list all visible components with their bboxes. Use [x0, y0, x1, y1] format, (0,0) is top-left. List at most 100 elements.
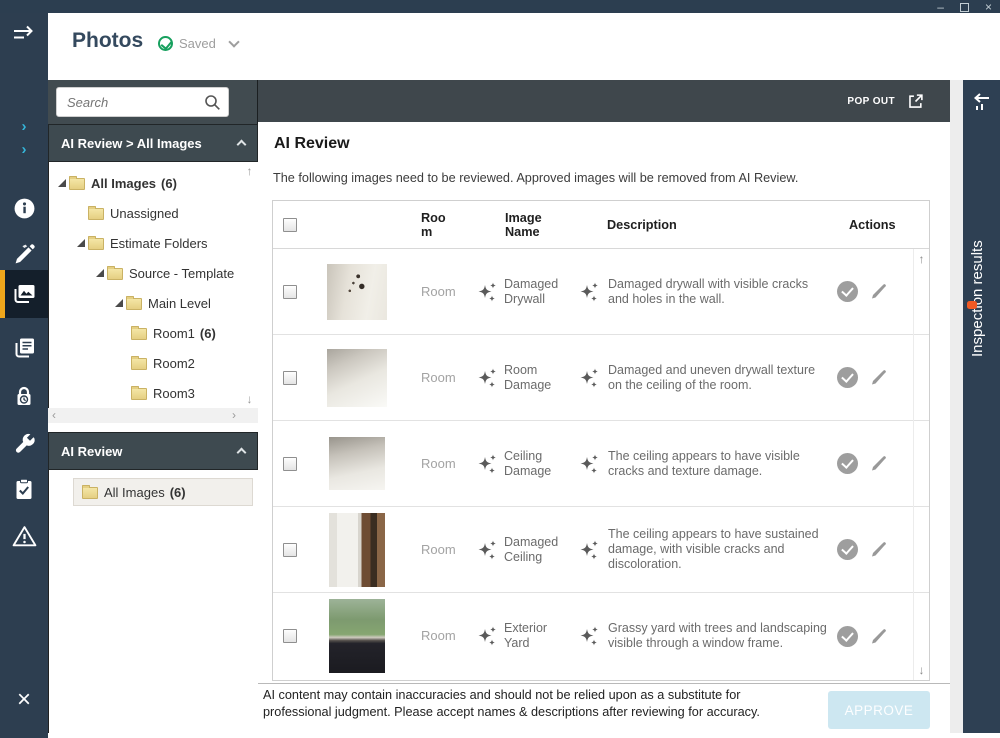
photo-thumbnail[interactable] — [329, 599, 385, 673]
scroll-right-icon[interactable]: › — [232, 408, 236, 422]
history-lock-icon[interactable] — [0, 385, 48, 408]
expand-panel-icon[interactable] — [971, 92, 993, 117]
chevron-right-icon[interactable]: › — [0, 143, 48, 157]
row-checkbox[interactable] — [283, 371, 297, 385]
ai-sparkle-icon — [477, 281, 497, 303]
tree-item-room3[interactable]: Room3 — [49, 378, 258, 408]
approve-button[interactable]: APPROVE — [828, 691, 930, 729]
ai-sparkle-icon — [477, 453, 497, 475]
photo-thumbnail[interactable] — [329, 437, 385, 490]
maximize-icon[interactable] — [960, 3, 969, 12]
approve-image-button[interactable] — [837, 367, 858, 388]
folders-panel-header[interactable]: AI Review > All Images — [48, 124, 258, 162]
tree-item-main-level[interactable]: Main Level — [49, 288, 258, 318]
documents-icon[interactable] — [0, 337, 48, 359]
column-header-room: Room — [407, 211, 473, 239]
edit-icon[interactable] — [0, 243, 48, 266]
image-name-value: Damaged Ceiling — [504, 535, 566, 565]
description-value: Damaged drywall with visible cracks and … — [608, 277, 830, 307]
tree-item-all-images[interactable]: All Images (6) — [49, 168, 258, 198]
search-bar — [48, 80, 258, 124]
main-content: AI Review The following images need to b… — [258, 122, 950, 683]
close-window-icon[interactable]: × — [985, 1, 992, 13]
tree-item-source-template[interactable]: Source - Template — [49, 258, 258, 288]
scroll-down-icon[interactable]: ↓ — [242, 392, 257, 406]
alert-exclamation-icon — [967, 298, 977, 309]
minimize-icon[interactable]: – — [937, 1, 944, 13]
scroll-left-icon[interactable]: ‹ — [52, 408, 56, 422]
expand-toggle-icon[interactable] — [74, 239, 88, 247]
ai-review-panel-header[interactable]: AI Review — [48, 432, 258, 470]
row-checkbox[interactable] — [283, 285, 297, 299]
tree-item-room1[interactable]: Room1 (6) — [49, 318, 258, 348]
edit-image-button[interactable] — [869, 282, 888, 301]
pop-out-button[interactable]: POP OUT — [835, 80, 936, 122]
photo-thumbnail[interactable] — [327, 349, 387, 407]
inspection-clipboard-icon[interactable] — [0, 478, 48, 501]
row-checkbox[interactable] — [283, 457, 297, 471]
tree-item-room2[interactable]: Room2 — [49, 348, 258, 378]
toolbar: POP OUT — [258, 80, 950, 122]
ai-sparkle-icon — [477, 625, 497, 647]
expand-toggle-icon[interactable] — [55, 179, 69, 187]
row-checkbox[interactable] — [283, 543, 297, 557]
search-icon[interactable] — [204, 94, 221, 116]
description-value: Grassy yard with trees and landscaping v… — [608, 621, 830, 651]
table-vertical-scrollbar[interactable]: ↑ ↓ — [913, 249, 929, 680]
scroll-up-icon[interactable]: ↑ — [242, 164, 257, 178]
tree-horizontal-scrollbar[interactable]: ‹ › — [48, 408, 258, 423]
approve-image-button[interactable] — [837, 453, 858, 474]
ai-disclaimer-text: AI content may contain inaccuracies and … — [263, 687, 803, 720]
tree-item-unassigned[interactable]: Unassigned — [49, 198, 258, 228]
ai-sparkle-icon — [579, 539, 599, 561]
transfer-arrows-icon[interactable] — [0, 25, 48, 42]
pop-out-label: POP OUT — [847, 96, 895, 107]
saved-dropdown-chevron-icon[interactable] — [228, 36, 239, 47]
column-header-description: Description — [573, 218, 831, 232]
photo-thumbnail[interactable] — [327, 264, 387, 320]
approve-image-button[interactable] — [837, 539, 858, 560]
folder-icon — [88, 208, 104, 220]
table-header-row: Room Image Name Description Actions — [273, 201, 929, 249]
tools-wrench-icon[interactable] — [0, 432, 48, 455]
save-status[interactable]: Saved — [158, 36, 238, 51]
collapse-chevron-icon[interactable] — [237, 448, 247, 458]
folder-icon — [69, 178, 85, 190]
inspection-results-tab[interactable]: Inspection results — [963, 80, 1000, 733]
select-all-checkbox[interactable] — [283, 218, 297, 232]
expand-toggle-icon[interactable] — [112, 299, 126, 307]
folder-icon — [126, 298, 142, 310]
section-title: AI Review — [274, 135, 350, 153]
photo-thumbnail[interactable] — [329, 513, 385, 587]
edit-image-button[interactable] — [869, 368, 888, 387]
expand-toggle-icon[interactable] — [93, 269, 107, 277]
scroll-down-icon[interactable]: ↓ — [914, 663, 929, 677]
ai-sparkle-icon — [579, 625, 599, 647]
room-value: Room — [421, 628, 456, 643]
approve-image-button[interactable] — [837, 281, 858, 302]
edit-image-button[interactable] — [869, 627, 888, 646]
row-checkbox[interactable] — [283, 629, 297, 643]
tree-item-estimate-folders[interactable]: Estimate Folders — [49, 228, 258, 258]
description-value: The ceiling appears to have sustained da… — [608, 527, 830, 572]
saved-check-icon — [158, 36, 173, 51]
info-icon[interactable] — [0, 197, 48, 220]
approve-image-button[interactable] — [837, 626, 858, 647]
alerts-warning-icon[interactable] — [0, 525, 48, 548]
tree-vertical-scrollbar[interactable]: ↑ ↓ — [242, 164, 257, 406]
edit-image-button[interactable] — [869, 454, 888, 473]
chevron-right-icon[interactable]: › — [0, 120, 48, 134]
photos-icon[interactable] — [0, 283, 48, 305]
app-window: – × › › — [0, 0, 1000, 738]
tree-item-ai-review-all-images[interactable]: All Images (6) — [73, 478, 253, 506]
scroll-up-icon[interactable]: ↑ — [914, 252, 929, 266]
room-value: Room — [421, 456, 456, 471]
folder-icon — [107, 268, 123, 280]
ai-sparkle-icon — [477, 367, 497, 389]
edit-image-button[interactable] — [869, 540, 888, 559]
collapse-chevron-icon[interactable] — [237, 140, 247, 150]
table-row: Room Room Damage Damaged and uneven dryw… — [273, 335, 929, 421]
column-header-actions: Actions — [831, 218, 915, 232]
folder-icon — [131, 388, 147, 400]
close-panel-icon[interactable]: × — [0, 688, 48, 712]
